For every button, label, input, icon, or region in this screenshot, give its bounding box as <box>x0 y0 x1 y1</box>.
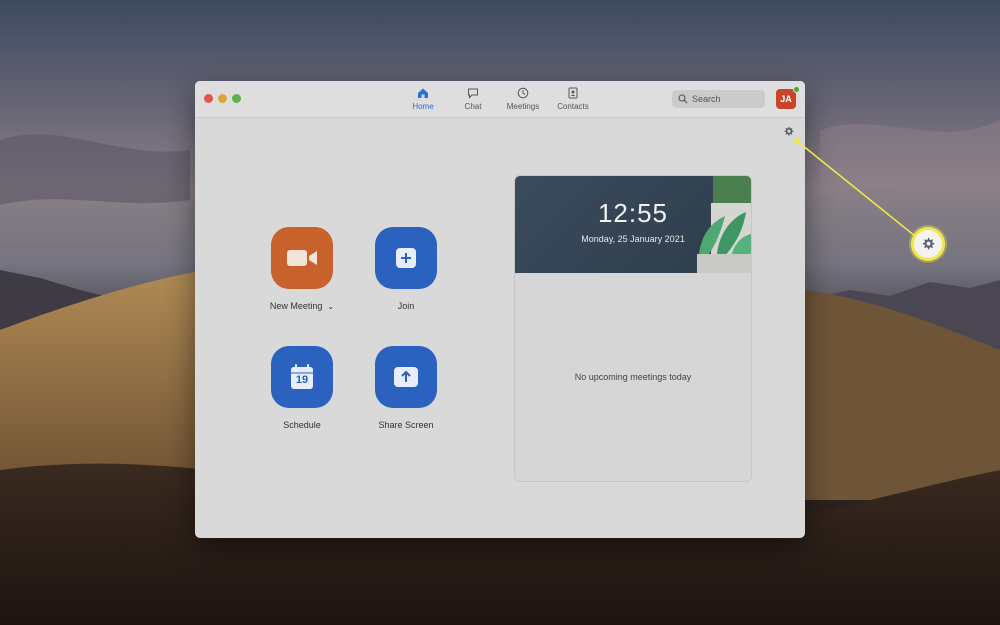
share-screen-action[interactable]: Share Screen <box>356 346 456 430</box>
avatar[interactable]: JA <box>776 89 796 109</box>
home-icon <box>418 88 428 98</box>
plant-illustration <box>697 176 751 273</box>
online-status-dot <box>793 86 800 93</box>
new-meeting-label: New Meeting <box>269 301 323 311</box>
new-meeting-action[interactable]: New Meeting ⌄ <box>252 227 352 311</box>
join-label: Join <box>397 301 415 311</box>
zoom-window-button[interactable] <box>232 94 241 103</box>
schedule-label: Schedule <box>283 420 321 430</box>
join-action[interactable]: Join <box>356 227 456 311</box>
calendar-day: 19 <box>295 374 309 386</box>
calendar-icon: 19 <box>290 364 314 390</box>
contacts-icon <box>568 87 578 99</box>
settings-gear-icon[interactable] <box>783 126 794 137</box>
settings-callout-highlight <box>911 227 945 261</box>
settings-gear-icon-enlarged <box>922 237 935 250</box>
clock-banner: 12:55 Monday, 25 January 2021 <box>515 176 751 273</box>
search-box[interactable] <box>672 90 765 108</box>
tab-chat-label: Chat <box>464 102 482 111</box>
upcoming-meetings-panel: 12:55 Monday, 25 January 2021 No upcomin… <box>514 175 752 482</box>
clock-icon <box>517 87 529 99</box>
tab-meetings[interactable]: Meetings <box>498 87 548 115</box>
chat-icon <box>468 88 478 99</box>
plus-icon <box>396 248 416 268</box>
tab-meetings-label: Meetings <box>506 102 540 111</box>
search-icon <box>678 94 688 104</box>
schedule-button[interactable]: 19 <box>271 346 333 408</box>
schedule-action[interactable]: 19 Schedule <box>252 346 352 430</box>
video-camera-icon <box>287 250 317 266</box>
tab-contacts-label: Contacts <box>557 102 589 111</box>
tab-home[interactable]: Home <box>398 87 448 115</box>
share-screen-button[interactable] <box>375 346 437 408</box>
tab-home-label: Home <box>412 102 434 111</box>
no-meetings-message: No upcoming meetings today <box>574 372 692 382</box>
minimize-window-button[interactable] <box>218 94 227 103</box>
join-button[interactable] <box>375 227 437 289</box>
upload-arrow-icon <box>394 367 418 387</box>
main-tabs: Home Chat Meetings Contacts <box>398 87 598 115</box>
new-meeting-button[interactable] <box>271 227 333 289</box>
tab-contacts[interactable]: Contacts <box>548 87 598 115</box>
title-bar: Home Chat Meetings Contacts Search JA <box>195 81 805 118</box>
search-input[interactable] <box>692 94 762 104</box>
chevron-down-icon[interactable]: ⌄ <box>327 302 334 311</box>
close-window-button[interactable] <box>204 94 213 103</box>
share-screen-label: Share Screen <box>378 420 434 430</box>
tab-chat[interactable]: Chat <box>448 87 498 115</box>
zoom-app-window: Home Chat Meetings Contacts Search JA Ne… <box>195 81 805 538</box>
